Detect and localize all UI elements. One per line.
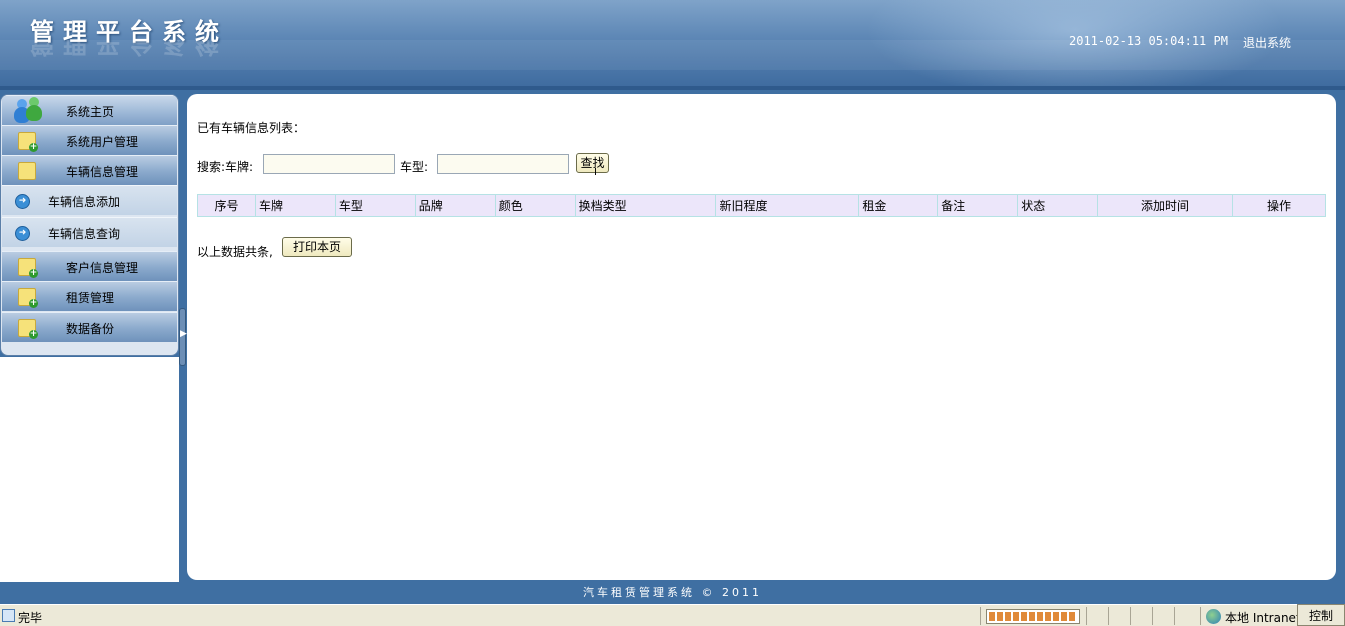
progress-fill: [989, 612, 1077, 621]
sidebar-item-label: 租赁管理: [66, 291, 115, 305]
column-header: 租金: [858, 194, 939, 217]
sidebar-item-label: 车辆信息管理: [66, 165, 139, 179]
status-divider: [1152, 607, 1153, 625]
folder-add-icon: +: [18, 288, 38, 308]
plate-search-input[interactable]: [263, 154, 395, 174]
column-header: 操作: [1231, 194, 1327, 217]
table-header-row: 序号 车牌 车型 品牌 颜色 换档类型 新旧程度 租金 备注 状态 添加时间 操…: [197, 194, 1327, 217]
column-header: 状态: [1017, 194, 1099, 217]
site-title-reflection: 管理平台系统: [30, 40, 228, 58]
header-datetime: 2011-02-13 05:04:11 PM: [1069, 34, 1228, 48]
arrow-right-icon: ➜: [15, 194, 30, 209]
sidebar-subitem-vehicle-add[interactable]: ➜ 车辆信息添加: [2, 185, 177, 215]
status-divider: [1130, 607, 1131, 625]
list-title: 已有车辆信息列表：: [197, 121, 306, 135]
folder-add-icon: +: [18, 258, 38, 278]
text-cursor-icon: I: [594, 167, 597, 178]
security-zone-text: 本地 Intranet: [1225, 611, 1301, 625]
status-divider: [1086, 607, 1087, 625]
sidebar-item-customer-management[interactable]: + 客户信息管理: [2, 251, 177, 281]
search-type-label: 车型:: [400, 160, 429, 174]
status-text: 完毕: [18, 611, 43, 625]
summary-label: 以上数据共条,: [197, 245, 273, 259]
type-search-input[interactable]: [437, 154, 569, 174]
status-divider: [1174, 607, 1175, 625]
sidebar-item-label: 系统用户管理: [66, 135, 139, 149]
sidebar-item-label: 客户信息管理: [66, 261, 139, 275]
column-header: 车型: [334, 194, 416, 217]
search-button[interactable]: 查找: [576, 153, 609, 173]
status-divider: [1108, 607, 1109, 625]
folder-icon: [18, 162, 36, 180]
sidebar-item-data-backup[interactable]: + 数据备份: [2, 312, 177, 342]
main-content: 已有车辆信息列表： 搜索:车牌: 车型: 查找 I 序号 车牌 车型 品牌 颜色…: [187, 94, 1336, 580]
sidebar-item-system-users[interactable]: + 系统用户管理: [2, 125, 177, 155]
print-page-button[interactable]: 打印本页: [282, 237, 352, 257]
sidebar-item-label: 车辆信息查询: [48, 227, 121, 241]
control-button[interactable]: 控制: [1297, 604, 1345, 626]
browser-status-bar: 完毕 本地 Intranet: [0, 604, 1345, 626]
column-header: 序号: [197, 194, 256, 217]
column-header: 换档类型: [574, 194, 717, 217]
footer: 汽车租赁管理系统 © 2011: [0, 582, 1345, 604]
sidebar-subitem-vehicle-query[interactable]: ➜ 车辆信息查询: [2, 217, 177, 247]
chevron-right-icon: ▶: [180, 329, 187, 339]
status-divider: [1200, 607, 1201, 625]
sidebar-item-vehicle-management[interactable]: 车辆信息管理: [2, 155, 177, 185]
status-divider: [980, 607, 981, 625]
column-header: 新旧程度: [715, 194, 860, 217]
sidebar-empty-area: [0, 357, 179, 582]
globe-icon: [1206, 609, 1221, 624]
users-icon: [14, 97, 44, 123]
sidebar-item-label: 车辆信息添加: [48, 195, 121, 209]
folder-add-icon: +: [18, 132, 38, 152]
column-header: 品牌: [414, 194, 496, 217]
progress-bar: [986, 609, 1080, 624]
arrow-right-icon: ➜: [15, 226, 30, 241]
logout-link[interactable]: 退出系统: [1243, 34, 1291, 51]
column-header: 颜色: [494, 194, 576, 217]
sidebar-collapse-toggle[interactable]: ▶: [179, 308, 187, 366]
sidebar-item-label: 系统主页: [66, 105, 115, 119]
folder-add-icon: +: [18, 319, 38, 339]
column-header: 备注: [937, 194, 1019, 217]
sidebar-item-home[interactable]: 系统主页: [2, 95, 177, 125]
footer-copyright: 汽车租赁管理系统 © 2011: [583, 586, 762, 599]
sidebar-menu: 系统主页 + 系统用户管理 车辆信息管理 ➜ 车辆信息添加 ➜ 车辆信息查询 +…: [0, 94, 179, 356]
vehicle-table: 序号 车牌 车型 品牌 颜色 换档类型 新旧程度 租金 备注 状态 添加时间 操…: [197, 194, 1327, 217]
header-divider: [0, 86, 1345, 90]
header-banner: 管理平台系统 管理平台系统 2011-02-13 05:04:11 PM 退出系…: [0, 0, 1345, 90]
sidebar-item-rental-management[interactable]: + 租赁管理: [2, 281, 177, 311]
sidebar-item-label: 数据备份: [66, 322, 115, 336]
search-plate-label: 搜索:车牌:: [197, 160, 254, 174]
column-header: 添加时间: [1097, 194, 1233, 217]
page-icon: [2, 609, 15, 622]
column-header: 车牌: [254, 194, 336, 217]
